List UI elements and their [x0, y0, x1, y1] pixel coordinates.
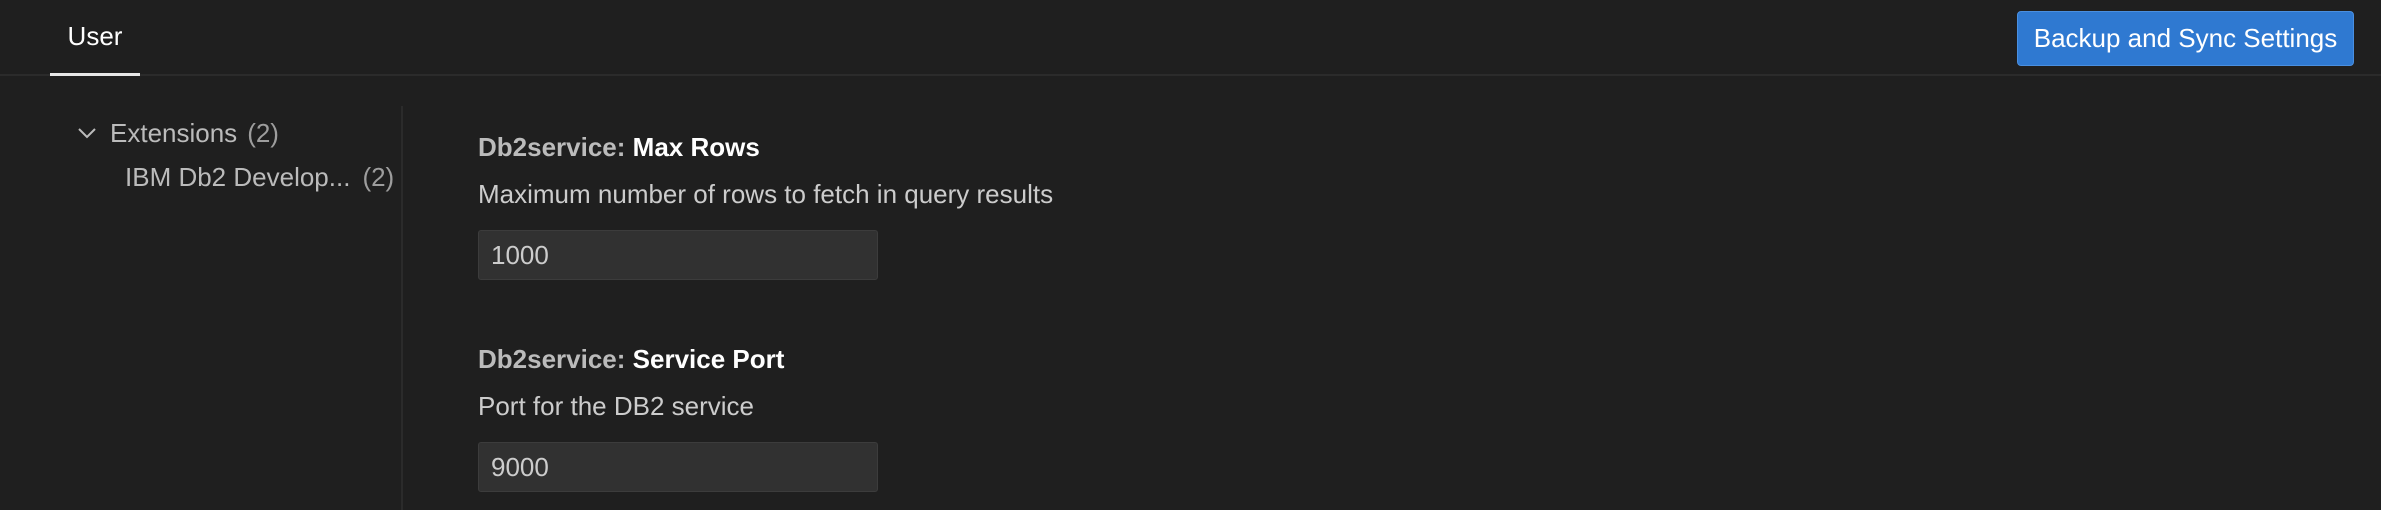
setting-title: Db2service: Max Rows [478, 132, 1053, 163]
setting-description: Maximum number of rows to fetch in query… [478, 179, 1054, 209]
setting-service-port: Db2service: Service Port Port for the DB… [478, 344, 878, 492]
toc-item-extensions[interactable]: Extensions (2) [74, 110, 279, 156]
setting-title: Db2service: Service Port [478, 344, 878, 375]
settings-toc: Extensions (2) IBM Db2 Develop... (2) [0, 106, 403, 510]
max-rows-input[interactable] [478, 230, 878, 280]
toc-item-label: IBM Db2 Develop... [125, 161, 351, 192]
chevron-down-icon [74, 120, 100, 146]
toc-item-label: Extensions [110, 117, 238, 148]
setting-description: Port for the DB2 service [478, 391, 754, 421]
settings-header: User Backup and Sync Settings [0, 0, 2381, 76]
setting-name: Service Port [632, 344, 785, 374]
backup-and-sync-button[interactable]: Backup and Sync Settings [2017, 11, 2354, 66]
setting-category: Db2service: [478, 132, 633, 162]
toc-item-ibm-db2[interactable]: IBM Db2 Develop... (2) [125, 154, 403, 200]
setting-category: Db2service: [478, 344, 633, 374]
service-port-input[interactable] [478, 442, 878, 492]
tab-user[interactable]: User [50, 0, 140, 76]
setting-max-rows: Db2service: Max Rows Maximum number of r… [478, 132, 1053, 280]
toc-item-count: (2) [247, 117, 279, 148]
toc-item-count: (2) [362, 161, 395, 192]
setting-name: Max Rows [632, 132, 760, 162]
